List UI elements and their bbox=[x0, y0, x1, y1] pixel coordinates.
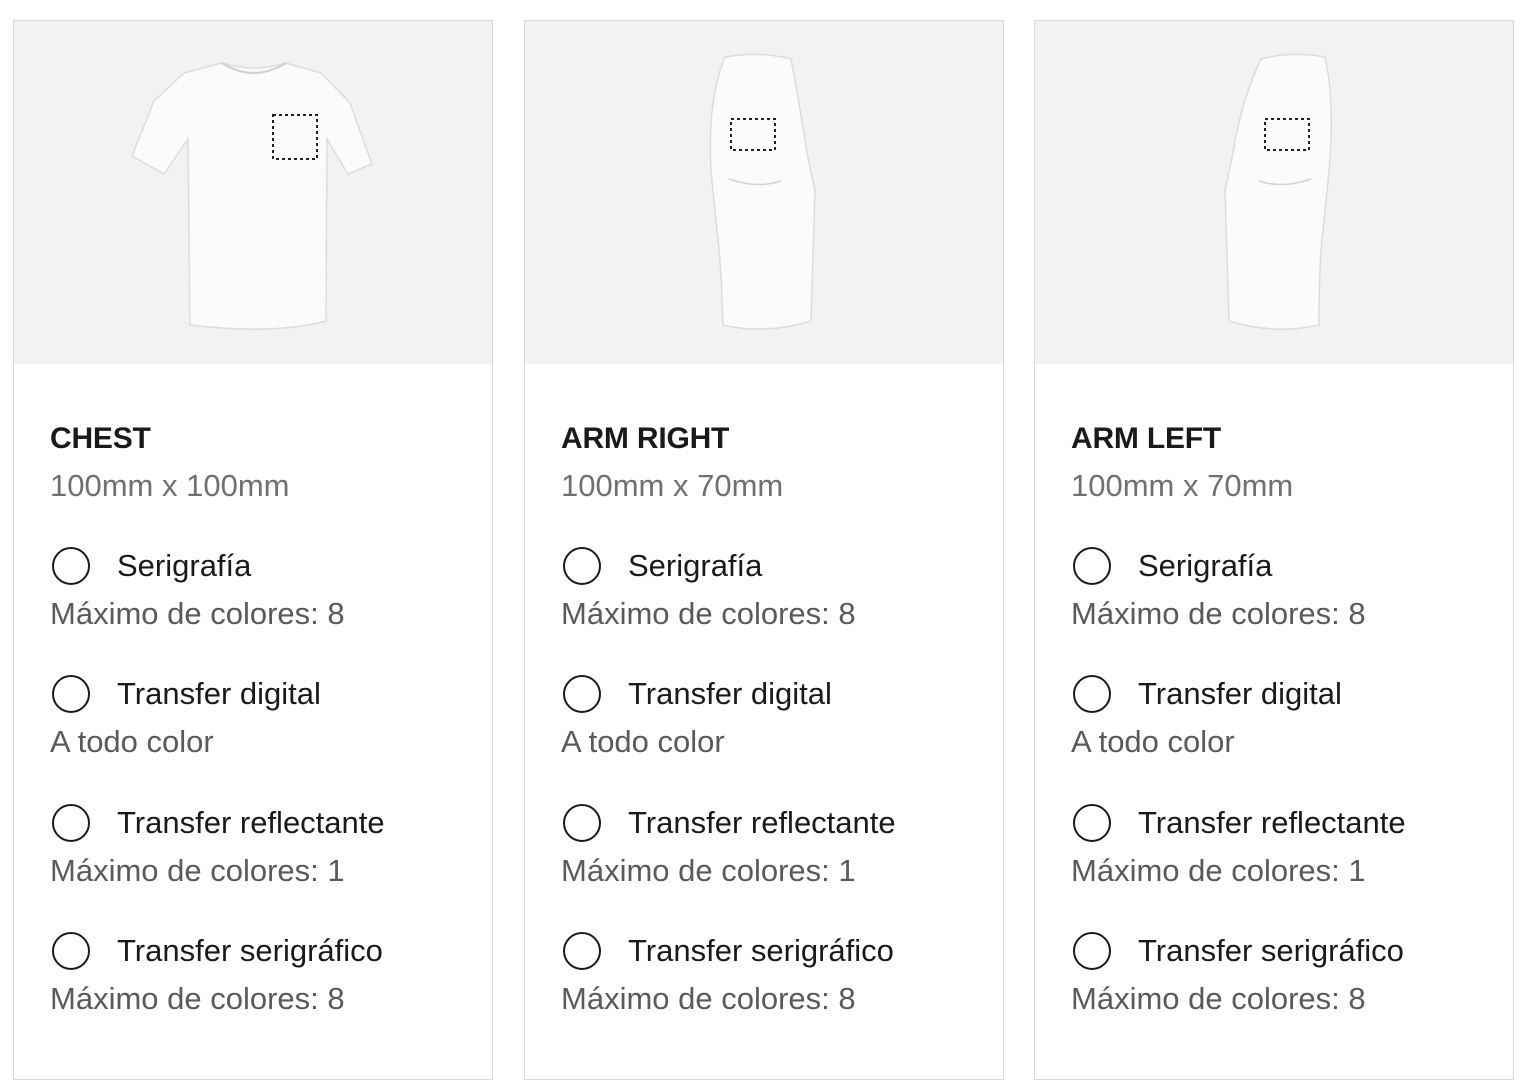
print-area-card-arm-left: ARM LEFT 100mm x 70mm Serigrafía Máximo … bbox=[1034, 20, 1514, 1080]
option-label: Transfer digital bbox=[1138, 676, 1342, 711]
option-note: Máximo de colores: 8 bbox=[561, 981, 856, 1016]
product-image-side-right bbox=[525, 21, 1003, 364]
radio-button[interactable] bbox=[52, 932, 90, 970]
option-label: Transfer reflectante bbox=[1138, 805, 1406, 840]
print-size: 100mm x 70mm bbox=[561, 468, 784, 503]
tshirt-front-icon bbox=[131, 62, 373, 330]
option-note: Máximo de colores: 1 bbox=[50, 853, 345, 888]
radio-button[interactable] bbox=[1073, 547, 1111, 585]
option-note: Máximo de colores: 8 bbox=[50, 596, 345, 631]
option-serigrafia[interactable]: Serigrafía Máximo de colores: 8 bbox=[50, 547, 480, 643]
radio-button[interactable] bbox=[563, 804, 601, 842]
option-transfer-digital[interactable]: Transfer digital A todo color bbox=[561, 675, 991, 771]
print-area-card-arm-right: ARM RIGHT 100mm x 70mm Serigrafía Máximo… bbox=[524, 20, 1004, 1080]
radio-button[interactable] bbox=[1073, 804, 1111, 842]
option-serigrafia[interactable]: Serigrafía Máximo de colores: 8 bbox=[1071, 547, 1501, 643]
card-title: CHEST bbox=[50, 422, 151, 455]
option-label: Transfer serigráfico bbox=[1138, 933, 1404, 968]
radio-button[interactable] bbox=[563, 932, 601, 970]
product-image-front bbox=[14, 21, 492, 364]
card-title: ARM RIGHT bbox=[561, 422, 730, 455]
radio-button[interactable] bbox=[563, 675, 601, 713]
radio-button[interactable] bbox=[563, 547, 601, 585]
option-label: Transfer digital bbox=[117, 676, 321, 711]
option-transfer-reflectante[interactable]: Transfer reflectante Máximo de colores: … bbox=[1071, 804, 1501, 900]
product-image-side-left bbox=[1035, 21, 1513, 364]
option-transfer-serigrafico[interactable]: Transfer serigráfico Máximo de colores: … bbox=[50, 932, 480, 1028]
option-label: Serigrafía bbox=[628, 548, 763, 583]
option-transfer-digital[interactable]: Transfer digital A todo color bbox=[1071, 675, 1501, 771]
radio-button[interactable] bbox=[1073, 675, 1111, 713]
option-label: Transfer digital bbox=[628, 676, 832, 711]
card-title: ARM LEFT bbox=[1071, 422, 1222, 455]
print-size: 100mm x 100mm bbox=[50, 468, 290, 503]
tshirt-side-right-icon bbox=[709, 53, 816, 330]
option-label: Transfer reflectante bbox=[117, 805, 385, 840]
option-transfer-serigrafico[interactable]: Transfer serigráfico Máximo de colores: … bbox=[1071, 932, 1501, 1028]
option-transfer-reflectante[interactable]: Transfer reflectante Máximo de colores: … bbox=[50, 804, 480, 900]
option-label: Transfer serigráfico bbox=[628, 933, 894, 968]
radio-button[interactable] bbox=[52, 547, 90, 585]
option-label: Transfer reflectante bbox=[628, 805, 896, 840]
option-note: A todo color bbox=[561, 724, 725, 759]
option-label: Transfer serigráfico bbox=[117, 933, 383, 968]
option-serigrafia[interactable]: Serigrafía Máximo de colores: 8 bbox=[561, 547, 991, 643]
option-label: Serigrafía bbox=[117, 548, 252, 583]
print-size: 100mm x 70mm bbox=[1071, 468, 1294, 503]
option-note: Máximo de colores: 8 bbox=[1071, 596, 1366, 631]
tshirt-side-left-icon bbox=[1224, 53, 1332, 330]
option-note: Máximo de colores: 1 bbox=[1071, 853, 1366, 888]
radio-button[interactable] bbox=[52, 675, 90, 713]
option-note: A todo color bbox=[50, 724, 214, 759]
option-note: Máximo de colores: 8 bbox=[50, 981, 345, 1016]
radio-button[interactable] bbox=[1073, 932, 1111, 970]
option-transfer-reflectante[interactable]: Transfer reflectante Máximo de colores: … bbox=[561, 804, 991, 900]
option-note: Máximo de colores: 1 bbox=[561, 853, 856, 888]
option-note: A todo color bbox=[1071, 724, 1235, 759]
option-note: Máximo de colores: 8 bbox=[1071, 981, 1366, 1016]
radio-button[interactable] bbox=[52, 804, 90, 842]
option-transfer-serigrafico[interactable]: Transfer serigráfico Máximo de colores: … bbox=[561, 932, 991, 1028]
option-label: Serigrafía bbox=[1138, 548, 1273, 583]
print-area-card-chest: CHEST 100mm x 100mm Serigrafía Máximo de… bbox=[13, 20, 493, 1080]
option-note: Máximo de colores: 8 bbox=[561, 596, 856, 631]
option-transfer-digital[interactable]: Transfer digital A todo color bbox=[50, 675, 480, 771]
